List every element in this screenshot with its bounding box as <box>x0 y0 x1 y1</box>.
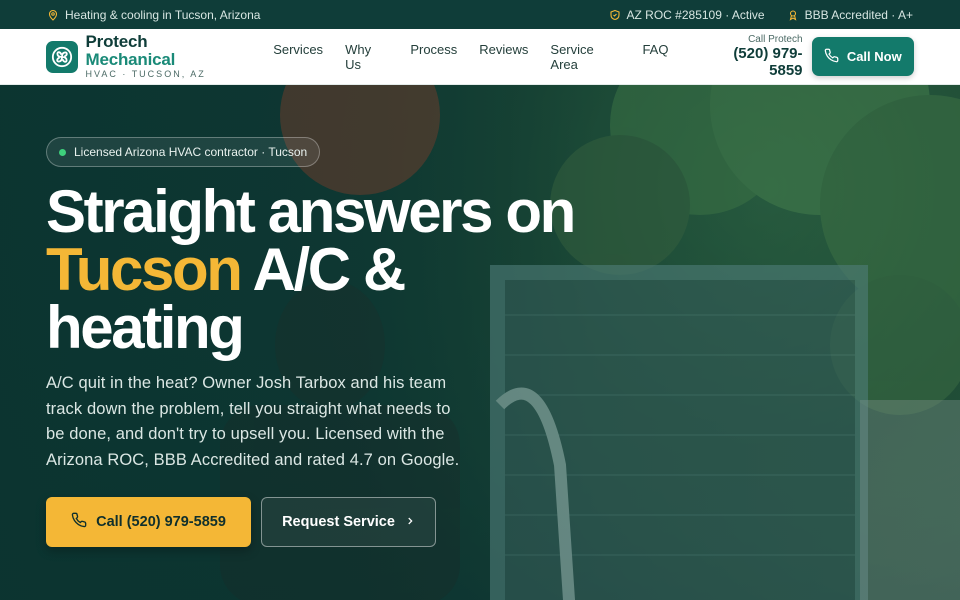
license-text: AZ ROC #285109 · Active <box>626 7 765 22</box>
brand-tagline: HVAC · TUCSON, AZ <box>85 69 206 79</box>
headline-line-3: heating <box>46 294 245 361</box>
header-phone[interactable]: Call Protech (520) 979-5859 <box>701 34 802 79</box>
bbb-text: BBB Accredited · A+ <box>804 7 913 22</box>
nav-item-why-us[interactable]: Why Us <box>345 42 388 72</box>
call-now-label: Call Now <box>846 49 902 64</box>
request-service-button[interactable]: Request Service <box>261 497 436 547</box>
location-text: Heating & cooling in Tucson, Arizona <box>65 7 261 22</box>
status-dot <box>59 148 66 156</box>
chevron-right-icon <box>405 514 415 530</box>
map-pin-icon <box>47 9 59 21</box>
site-header: Protech Mechanical HVAC · TUCSON, AZ Ser… <box>0 29 960 85</box>
license-info: AZ ROC #285109 · Active <box>609 8 765 22</box>
phone-icon <box>71 512 87 532</box>
award-icon <box>787 9 799 21</box>
license-badge-text: Licensed Arizona HVAC contractor · Tucso… <box>74 145 308 159</box>
brand-logo[interactable]: Protech Mechanical HVAC · TUCSON, AZ <box>46 33 239 80</box>
headline-line-2: A/C & <box>252 236 407 303</box>
location-info: Heating & cooling in Tucson, Arizona <box>47 8 260 22</box>
headline-line-1: Straight answers on <box>46 178 576 245</box>
brand-name: Protech Mechanical <box>85 32 176 69</box>
nav-item-reviews[interactable]: Reviews <box>479 42 528 72</box>
call-phone-button[interactable]: Call (520) 979-5859 <box>46 497 251 547</box>
hero-headline: Straight answers on Tucson A/C & heating <box>46 182 626 358</box>
headline-accent: Tucson <box>46 236 243 303</box>
main-nav: Services Why Us Process Reviews Service … <box>273 42 668 72</box>
hero-description: A/C quit in the heat? Owner Josh Tarbox … <box>46 374 460 469</box>
phone-icon <box>824 48 839 66</box>
call-phone-label: Call (520) 979-5859 <box>96 514 226 530</box>
nav-item-services[interactable]: Services <box>273 42 323 72</box>
top-info-bar: Heating & cooling in Tucson, Arizona AZ … <box>0 0 960 29</box>
nav-item-faq[interactable]: FAQ <box>642 42 668 72</box>
fan-logo-icon <box>46 40 78 73</box>
header-phone-number[interactable]: (520) 979-5859 <box>701 45 802 79</box>
request-service-label: Request Service <box>282 514 395 530</box>
call-now-button[interactable]: Call Now <box>811 37 914 76</box>
header-phone-caption: Call Protech <box>748 34 803 45</box>
shield-icon <box>609 9 621 21</box>
hero-section: Licensed Arizona HVAC contractor · Tucso… <box>0 85 960 600</box>
bbb-info: BBB Accredited · A+ <box>787 8 913 22</box>
nav-item-service-area[interactable]: Service Area <box>550 42 620 72</box>
license-badge: Licensed Arizona HVAC contractor · Tucso… <box>46 137 321 167</box>
nav-item-process[interactable]: Process <box>410 42 457 72</box>
